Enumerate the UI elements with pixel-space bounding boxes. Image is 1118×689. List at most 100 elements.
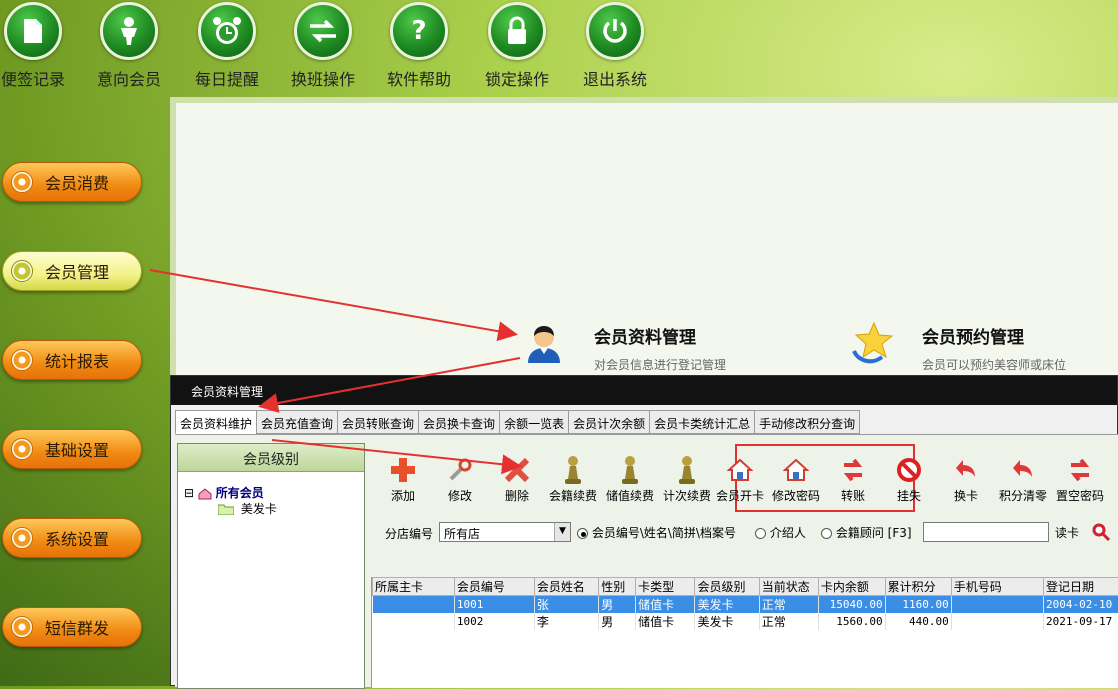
toolbar-reminder-button[interactable]: 每日提醒 [182,0,272,90]
filter-bar: 分店编号 所有店 ▼ 会员编号\姓名\简拼\档案号 介绍人 会籍顾问 [F3] … [371,519,1118,547]
table-cell: 正常 [759,596,818,614]
radio-consultant[interactable]: 会籍顾问 [F3] [821,524,912,541]
toolbar-label: 便签记录 [0,66,78,90]
report-loss-button[interactable]: 挂失 [881,455,937,504]
open-card-button[interactable]: 会员开卡 [712,455,768,504]
sidebar-item-sms[interactable]: 短信群发 [2,607,142,647]
sidebar-item-reports[interactable]: 统计报表 [2,340,142,380]
sidebar-item-label: 会员消费 [45,170,109,194]
column-header[interactable]: 卡内余额 [818,578,885,596]
collapse-icon[interactable]: ⊟ [184,486,194,500]
change-card-button[interactable]: 换卡 [938,455,994,504]
column-header[interactable]: 会员级别 [695,578,759,596]
tree-label: 所有会员 [216,486,264,500]
stored-value-renew-button[interactable]: 储值续费 [602,455,658,504]
top-toolbar: 便签记录 意向会员 每日提醒 换班操作 ? 软件帮助 锁定操作 退出系统 [0,0,1118,100]
store-label: 分店编号 [385,525,433,542]
bullet-icon [11,438,33,460]
bullet-icon [11,171,33,193]
membership-renew-button[interactable]: 会籍续费 [545,455,601,504]
tab-transfer-query[interactable]: 会员转账查询 [337,410,419,434]
tab-recharge-query[interactable]: 会员充值查询 [256,410,338,434]
tab-points-query[interactable]: 手动修改积分查询 [754,410,860,434]
tool-label: 会籍续费 [545,487,601,504]
bullet-icon [11,527,33,549]
add-button[interactable]: 添加 [375,455,431,504]
person-icon [100,2,158,60]
sidebar-item-basic-settings[interactable]: 基础设置 [2,429,142,469]
transfer-button[interactable]: 转账 [825,455,881,504]
column-header[interactable]: 性别 [599,578,636,596]
table-row[interactable]: 1002 李 男 储值卡 美发卡 正常 1560.00 440.00 2021-… [373,613,1118,630]
clear-points-button[interactable]: 积分清零 [995,455,1051,504]
tree-node-hair-card[interactable]: 美发卡 [218,500,277,517]
tool-label: 修改 [432,487,488,504]
toolbar-lock-button[interactable]: 锁定操作 [472,0,562,90]
folder-icon [218,504,234,515]
tab-card-change-query[interactable]: 会员换卡查询 [418,410,500,434]
tool-label: 挂失 [881,487,937,504]
search-input[interactable] [923,522,1049,542]
toolbar-shift-button[interactable]: 换班操作 [278,0,368,90]
card-member-profile[interactable]: 会员资料管理 对会员信息进行登记管理 [594,323,726,373]
column-header[interactable]: 手机号码 [951,578,1043,596]
house-icon [727,457,753,483]
radio-referrer[interactable]: 介绍人 [755,524,806,541]
house-icon [783,457,809,483]
toolbar-prospect-button[interactable]: 意向会员 [84,0,174,90]
toolbar-label: 每日提醒 [182,66,272,90]
toolbar-exit-button[interactable]: 退出系统 [570,0,660,90]
card-member-booking[interactable]: 会员预约管理 会员可以预约美容师或床位 [922,323,1066,373]
radio-button[interactable] [821,528,832,539]
column-header[interactable]: 所属主卡 [373,578,455,596]
sidebar-item-member-mgmt[interactable]: 会员管理 [2,251,142,291]
bullet-icon [11,349,33,371]
pawn-icon [677,455,697,485]
table-cell [373,613,455,630]
radio-member-id[interactable]: 会员编号\姓名\简拼\档案号 [577,524,736,541]
tab-member-maintenance[interactable]: 会员资料维护 [175,410,257,434]
toolbar-label: 锁定操作 [472,66,562,90]
tool-label: 会员开卡 [712,487,768,504]
reset-password-button[interactable]: 置空密码 [1052,455,1108,504]
toolbar-help-button[interactable]: ? 软件帮助 [374,0,464,90]
change-password-button[interactable]: 修改密码 [768,455,824,504]
tab-content: 会员级别 ⊟ 所有会员 美发卡 添加 修改 删除 [175,434,1118,687]
store-select[interactable]: 所有店 ▼ [439,522,571,542]
card-desc: 会员可以预约美容师或床位 [922,356,1066,373]
column-header[interactable]: 会员姓名 [534,578,598,596]
member-profile-window: 会员资料管理 会员资料维护 会员充值查询 会员转账查询 会员换卡查询 余额一览表… [170,375,1118,686]
column-header[interactable]: 当前状态 [759,578,818,596]
sidebar-item-consume[interactable]: 会员消费 [2,162,142,202]
edit-button[interactable]: 修改 [432,455,488,504]
column-header[interactable]: 卡类型 [636,578,695,596]
radio-button[interactable] [755,528,766,539]
radio-label: 会员编号\姓名\简拼\档案号 [592,526,736,540]
table-row[interactable]: 1001 张 男 储值卡 美发卡 正常 15040.00 1160.00 200… [373,596,1118,614]
toolbar-label: 意向会员 [84,66,174,90]
table-cell [951,596,1043,614]
sidebar-item-label: 统计报表 [45,348,109,372]
tab-card-type-summary[interactable]: 会员卡类统计汇总 [649,410,755,434]
tree-node-all-members[interactable]: ⊟ 所有会员 [184,484,264,501]
toolbar-note-button[interactable]: 便签记录 [0,0,78,90]
tool-label: 置空密码 [1052,487,1108,504]
chevron-down-icon[interactable]: ▼ [554,523,570,541]
tool-label: 修改密码 [768,487,824,504]
radio-button[interactable] [577,528,588,539]
tab-count-balance[interactable]: 会员计次余额 [568,410,650,434]
member-user-icon [524,323,564,363]
store-select-value: 所有店 [444,527,480,541]
read-card-label[interactable]: 读卡 [1055,524,1079,541]
delete-button[interactable]: 删除 [489,455,545,504]
return-arrow-icon [1010,457,1036,483]
search-icon[interactable] [1091,522,1111,542]
sidebar-item-system-settings[interactable]: 系统设置 [2,518,142,558]
tab-balance-overview[interactable]: 余额一览表 [499,410,569,434]
column-header[interactable]: 登记日期 [1044,578,1118,596]
bullet-icon [11,616,33,638]
column-header[interactable]: 累计积分 [885,578,951,596]
table-cell: 15040.00 [818,596,885,614]
column-header[interactable]: 会员编号 [454,578,534,596]
count-renew-button[interactable]: 计次续费 [659,455,715,504]
